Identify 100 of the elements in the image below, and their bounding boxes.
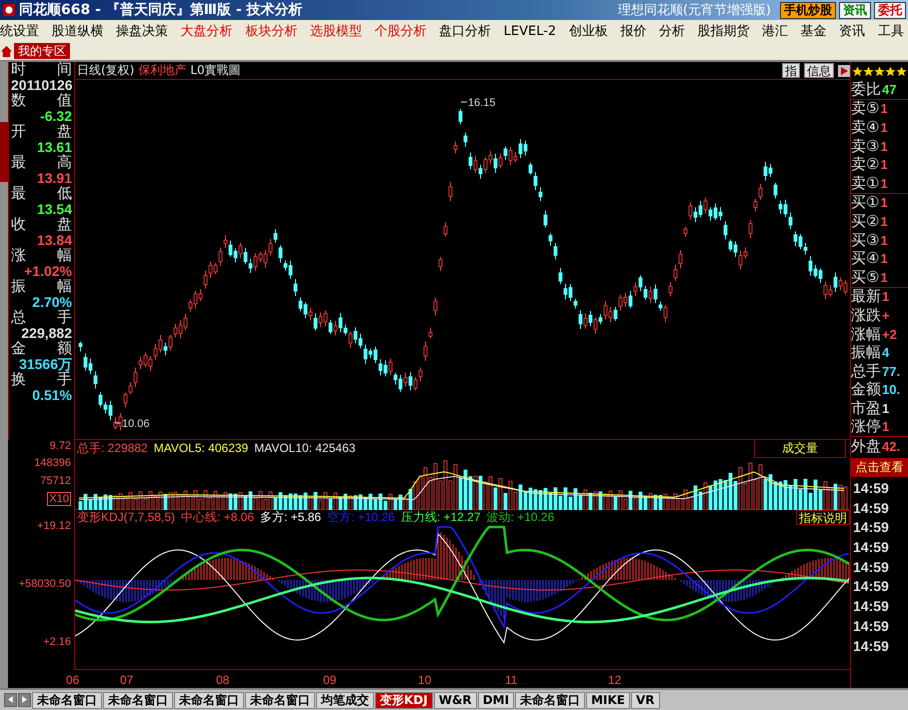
quote-value: 1: [880, 214, 888, 229]
quote-label: 时间: [11, 62, 72, 78]
star-icon: [863, 66, 874, 76]
indicator-help-button[interactable]: 指标说明: [796, 510, 850, 525]
home-icon[interactable]: [0, 44, 13, 58]
quote-label: 数值: [11, 93, 72, 108]
quote-value: -6.32: [39, 108, 72, 124]
menu-item[interactable]: 统设置: [0, 22, 39, 40]
menu-item[interactable]: 报价: [620, 22, 646, 40]
scroll-left-button[interactable]: [4, 693, 17, 707]
quote-value: 1: [882, 289, 890, 304]
quote-value: 1: [880, 232, 888, 248]
quote-label: 买⑤: [851, 268, 880, 287]
menu-item[interactable]: 基金: [800, 22, 827, 40]
quote-value: 1: [880, 251, 888, 266]
volume-total: 总手: 229882: [77, 440, 148, 456]
menu-item[interactable]: 个股分析: [374, 22, 426, 40]
axis-label: 148396: [34, 457, 71, 470]
indicator-tab[interactable]: VR: [630, 692, 660, 708]
indicator-tab[interactable]: DMI: [478, 692, 514, 708]
axis-label: 10: [418, 673, 432, 687]
axis-label: 08: [216, 673, 230, 687]
quote-value: +: [882, 308, 890, 323]
view-button[interactable]: 点击查看: [851, 458, 908, 477]
quote-value: 42.: [882, 439, 900, 454]
period-label: 日线(复权): [77, 62, 134, 79]
axis-label: 75712: [40, 474, 71, 487]
quote-label: 卖②: [851, 155, 880, 174]
quote-label: 买②: [851, 212, 880, 231]
indicator-select[interactable]: 成交量: [754, 438, 846, 458]
indicator-tab[interactable]: 未命名窗口: [515, 692, 586, 708]
zone-tab[interactable]: 我的专区: [14, 43, 70, 59]
quote-label: 卖③: [851, 136, 880, 156]
tick-time: 14:59: [852, 616, 890, 636]
menu-item[interactable]: LEVEL-2: [504, 24, 556, 38]
tick-time: 14:59: [852, 597, 890, 616]
axis-label: 12: [608, 673, 622, 687]
menu-item[interactable]: 盘口分析: [439, 22, 492, 40]
axis-label: 9.72: [50, 440, 71, 452]
leader-line: [114, 422, 122, 424]
axis-label: 06: [66, 673, 80, 687]
indicator-tab[interactable]: W&R: [434, 692, 477, 708]
menu-item[interactable]: 板块分析: [245, 22, 298, 40]
scroll-right-button[interactable]: [18, 693, 31, 707]
indicator-tab[interactable]: 未命名窗口: [32, 692, 102, 708]
tick-time: 14:59: [852, 558, 890, 577]
indicator-tab[interactable]: 未命名窗口: [174, 692, 244, 708]
quote-value: 1: [882, 419, 890, 434]
menu-item[interactable]: 大盘分析: [180, 22, 233, 40]
indicator-tab[interactable]: 均笔成交: [316, 692, 374, 708]
star-icon: [874, 66, 885, 76]
menu-item[interactable]: 股指期货: [697, 22, 750, 40]
menu-item[interactable]: 股道纵横: [52, 22, 104, 40]
chart-button[interactable]: 信息: [804, 63, 834, 78]
template-label: L0實戰圖: [190, 62, 241, 79]
menu-item[interactable]: 港汇: [762, 22, 788, 40]
indicator-tab[interactable]: 未命名窗口: [245, 692, 315, 708]
quote-value: 1: [880, 138, 888, 154]
star-icon: [885, 66, 896, 76]
quote-value: 31566万: [18, 356, 72, 372]
quote-value: 77.: [882, 364, 900, 379]
arrow-icon[interactable]: [838, 64, 850, 76]
quote-label: 最新: [851, 287, 881, 306]
quote-value: 1: [880, 270, 888, 285]
toolbar-button[interactable]: 委托: [874, 2, 906, 18]
indicator-value: 波动: +10.26: [486, 509, 554, 526]
menu-item[interactable]: 资讯: [839, 22, 866, 40]
indicator-tab[interactable]: 未命名窗口: [103, 692, 173, 708]
menu-item[interactable]: 分析: [658, 22, 685, 40]
quote-label: 总手: [851, 362, 881, 381]
menu-item[interactable]: 选股模型: [310, 22, 362, 40]
quote-value: 47: [882, 82, 896, 97]
quote-value: +2: [882, 326, 897, 342]
quote-value: 13.54: [36, 202, 72, 217]
indicator-tab[interactable]: MIKE: [586, 692, 630, 708]
quote-value: 2.70%: [31, 294, 72, 310]
quote-value: 20110126: [11, 78, 72, 93]
stock-name: 保利地产: [138, 62, 186, 79]
tick-time: 14:59: [852, 478, 890, 498]
quote-label: 委比: [851, 80, 881, 99]
quote-label: 买①: [851, 193, 880, 212]
edition-label: 理想同花顺(元宵节增强版): [618, 2, 771, 19]
quote-value: 1: [880, 120, 888, 135]
quote-label: 外盘: [851, 437, 881, 456]
quote-label: 市盈: [851, 398, 881, 418]
tick-time: 14:59: [852, 518, 890, 538]
menu-item[interactable]: 工具: [878, 22, 904, 40]
tick-time: 14:59: [852, 498, 890, 518]
low-price-label: 10.06: [122, 418, 150, 430]
quote-value: 229,882: [20, 326, 72, 340]
indicator-value: 中心线: +8.06: [181, 509, 254, 526]
quote-value: 1: [880, 195, 888, 210]
quote-value: 13.91: [36, 170, 72, 186]
toolbar-button[interactable]: 手机炒股: [780, 2, 836, 18]
toolbar-button[interactable]: 资讯: [839, 2, 871, 18]
indicator-tab[interactable]: 变形KDJ: [375, 692, 433, 708]
quote-label: 买④: [851, 249, 880, 268]
menu-item[interactable]: 创业板: [568, 22, 608, 40]
menu-item[interactable]: 操盘决策: [116, 22, 168, 40]
chart-button[interactable]: 指: [782, 63, 800, 78]
